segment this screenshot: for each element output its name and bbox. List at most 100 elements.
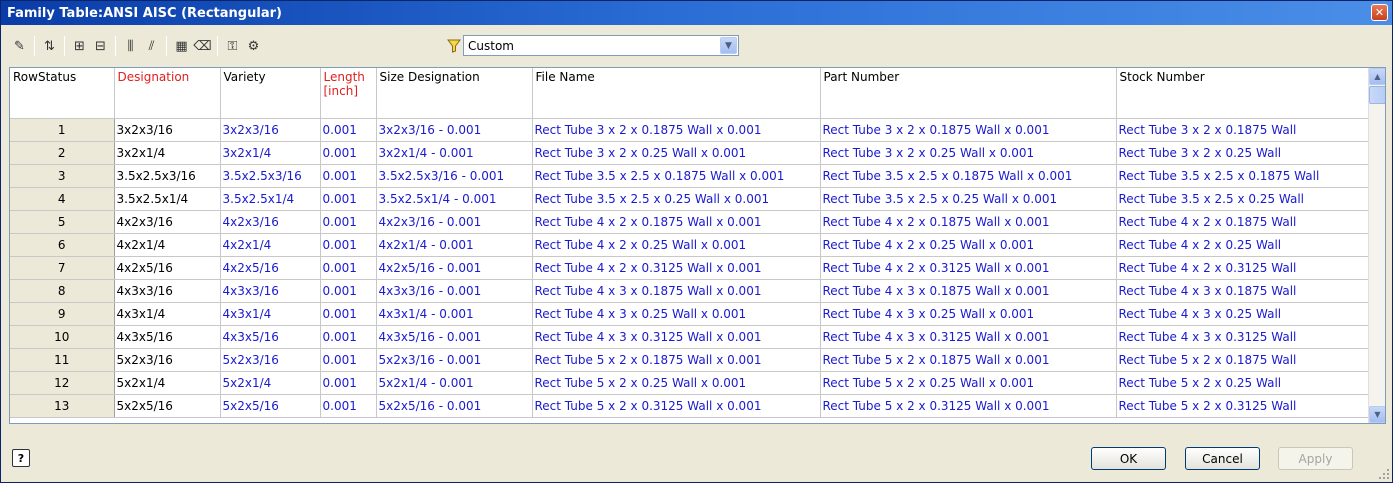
cell-file-name[interactable]: Rect Tube 3 x 2 x 0.25 Wall x 0.001 [532, 141, 821, 165]
cell-length[interactable]: 0.001 [320, 164, 377, 188]
column-header-variety[interactable]: Variety [220, 68, 321, 119]
cell-size-designation[interactable]: 5x2x3/16 - 0.001 [376, 348, 533, 372]
help-icon[interactable]: ? [12, 449, 30, 467]
cell-length[interactable]: 0.001 [320, 394, 377, 418]
cell-designation[interactable]: 4x3x3/16 [114, 279, 221, 303]
cell-variety[interactable]: 5x2x5/16 [220, 394, 321, 418]
resize-grip-icon[interactable] [1378, 468, 1390, 480]
cell-row-status[interactable]: 4 [10, 187, 115, 211]
sort-az-icon[interactable]: ⇅ [39, 35, 60, 57]
cell-size-designation[interactable]: 5x2x1/4 - 0.001 [376, 371, 533, 395]
cell-size-designation[interactable]: 4x3x3/16 - 0.001 [376, 279, 533, 303]
table-row[interactable]: 12 5x2x1/4 5x2x1/4 0.001 5x2x1/4 - 0.001 Rect… [10, 371, 1371, 395]
cell-part-number[interactable]: Rect Tube 4 x 2 x 0.25 Wall x 0.001 [820, 233, 1117, 257]
cell-row-status[interactable]: 12 [10, 371, 115, 395]
cell-length[interactable]: 0.001 [320, 371, 377, 395]
cell-row-status[interactable]: 5 [10, 210, 115, 234]
column-header-length[interactable]: Length [inch] [320, 68, 377, 119]
table-row[interactable]: 3 3.5x2.5x3/16 3.5x2.5x3/16 0.001 3.5x2.5x3/… [10, 164, 1371, 188]
cell-part-number[interactable]: Rect Tube 4 x 2 x 0.1875 Wall x 0.001 [820, 210, 1117, 234]
edit-icon[interactable]: ✎ [9, 35, 30, 57]
cell-row-status[interactable]: 1 [10, 118, 115, 142]
close-icon[interactable]: ✕ [1371, 4, 1388, 21]
apply-button[interactable]: Apply [1278, 447, 1353, 470]
cell-row-status[interactable]: 2 [10, 141, 115, 165]
cell-row-status[interactable]: 3 [10, 164, 115, 188]
cell-variety[interactable]: 4x3x3/16 [220, 279, 321, 303]
cell-stock-number[interactable]: Rect Tube 3.5 x 2.5 x 0.25 Wall [1116, 187, 1371, 211]
column-header-size-designation[interactable]: Size Designation [376, 68, 533, 119]
cell-file-name[interactable]: Rect Tube 3 x 2 x 0.1875 Wall x 0.001 [532, 118, 821, 142]
table-row[interactable]: 5 4x2x3/16 4x2x3/16 0.001 4x2x3/16 - 0.001 Re… [10, 210, 1371, 234]
vertical-scrollbar[interactable]: ▲ ▼ [1368, 68, 1385, 423]
cell-file-name[interactable]: Rect Tube 4 x 2 x 0.1875 Wall x 0.001 [532, 210, 821, 234]
cell-stock-number[interactable]: Rect Tube 3 x 2 x 0.1875 Wall [1116, 118, 1371, 142]
column-header-part-number[interactable]: Part Number [820, 68, 1117, 119]
cell-designation[interactable]: 4x3x5/16 [114, 325, 221, 349]
cell-part-number[interactable]: Rect Tube 3 x 2 x 0.1875 Wall x 0.001 [820, 118, 1117, 142]
filter-select[interactable]: Custom ▼ [463, 35, 739, 56]
cell-length[interactable]: 0.001 [320, 302, 377, 326]
cell-length[interactable]: 0.001 [320, 118, 377, 142]
column-header-row-status[interactable]: RowStatus [10, 68, 115, 119]
cell-variety[interactable]: 5x2x3/16 [220, 348, 321, 372]
cell-part-number[interactable]: Rect Tube 5 x 2 x 0.1875 Wall x 0.001 [820, 348, 1117, 372]
table-row[interactable]: 1 3x2x3/16 3x2x3/16 0.001 3x2x3/16 - 0.001 Re… [10, 118, 1371, 142]
filter-icon[interactable] [446, 38, 462, 54]
column-header-stock-number[interactable]: Stock Number [1116, 68, 1371, 119]
cell-stock-number[interactable]: Rect Tube 5 x 2 x 0.1875 Wall [1116, 348, 1371, 372]
cell-designation[interactable]: 3x2x1/4 [114, 141, 221, 165]
cell-variety[interactable]: 4x2x1/4 [220, 233, 321, 257]
cell-size-designation[interactable]: 3.5x2.5x1/4 - 0.001 [376, 187, 533, 211]
cell-size-designation[interactable]: 5x2x5/16 - 0.001 [376, 394, 533, 418]
cell-part-number[interactable]: Rect Tube 4 x 3 x 0.1875 Wall x 0.001 [820, 279, 1117, 303]
table-row[interactable]: 10 4x3x5/16 4x3x5/16 0.001 4x3x5/16 - 0.001 R… [10, 325, 1371, 349]
clear-icon[interactable]: ⌫ [192, 35, 213, 57]
cell-part-number[interactable]: Rect Tube 3 x 2 x 0.25 Wall x 0.001 [820, 141, 1117, 165]
cell-row-status[interactable]: 11 [10, 348, 115, 372]
scroll-up-icon[interactable]: ▲ [1369, 68, 1385, 85]
cell-size-designation[interactable]: 4x2x1/4 - 0.001 [376, 233, 533, 257]
table-row[interactable]: 11 5x2x3/16 5x2x3/16 0.001 5x2x3/16 - 0.001 R… [10, 348, 1371, 372]
key-icon[interactable]: ⚿ [222, 35, 243, 57]
cell-length[interactable]: 0.001 [320, 233, 377, 257]
cell-file-name[interactable]: Rect Tube 3.5 x 2.5 x 0.25 Wall x 0.001 [532, 187, 821, 211]
cell-part-number[interactable]: Rect Tube 5 x 2 x 0.3125 Wall x 0.001 [820, 394, 1117, 418]
table-row[interactable]: 4 3.5x2.5x1/4 3.5x2.5x1/4 0.001 3.5x2.5x1/4 … [10, 187, 1371, 211]
cell-designation[interactable]: 4x2x1/4 [114, 233, 221, 257]
cell-length[interactable]: 0.001 [320, 348, 377, 372]
cell-stock-number[interactable]: Rect Tube 5 x 2 x 0.25 Wall [1116, 371, 1371, 395]
delete-column-icon[interactable]: ⫽ [141, 35, 162, 57]
cell-size-designation[interactable]: 3x2x3/16 - 0.001 [376, 118, 533, 142]
cell-designation[interactable]: 4x2x3/16 [114, 210, 221, 234]
cell-part-number[interactable]: Rect Tube 4 x 3 x 0.25 Wall x 0.001 [820, 302, 1117, 326]
chevron-down-icon[interactable]: ▼ [720, 37, 737, 54]
table-row[interactable]: 8 4x3x3/16 4x3x3/16 0.001 4x3x3/16 - 0.001 Re… [10, 279, 1371, 303]
cell-row-status[interactable]: 7 [10, 256, 115, 280]
cell-file-name[interactable]: Rect Tube 4 x 3 x 0.1875 Wall x 0.001 [532, 279, 821, 303]
table-row[interactable]: 7 4x2x5/16 4x2x5/16 0.001 4x2x5/16 - 0.001 Re… [10, 256, 1371, 280]
cell-variety[interactable]: 4x3x5/16 [220, 325, 321, 349]
cell-length[interactable]: 0.001 [320, 279, 377, 303]
cell-designation[interactable]: 4x3x1/4 [114, 302, 221, 326]
cell-size-designation[interactable]: 3.5x2.5x3/16 - 0.001 [376, 164, 533, 188]
cell-row-status[interactable]: 8 [10, 279, 115, 303]
cell-length[interactable]: 0.001 [320, 210, 377, 234]
cell-designation[interactable]: 3x2x3/16 [114, 118, 221, 142]
cell-size-designation[interactable]: 4x3x5/16 - 0.001 [376, 325, 533, 349]
cell-stock-number[interactable]: Rect Tube 4 x 2 x 0.25 Wall [1116, 233, 1371, 257]
cell-row-status[interactable]: 9 [10, 302, 115, 326]
cell-stock-number[interactable]: Rect Tube 4 x 2 x 0.1875 Wall [1116, 210, 1371, 234]
insert-row-icon[interactable]: ⊞ [69, 35, 90, 57]
cell-size-designation[interactable]: 4x3x1/4 - 0.001 [376, 302, 533, 326]
cell-part-number[interactable]: Rect Tube 3.5 x 2.5 x 0.1875 Wall x 0.00… [820, 164, 1117, 188]
cell-file-name[interactable]: Rect Tube 5 x 2 x 0.3125 Wall x 0.001 [532, 394, 821, 418]
cell-part-number[interactable]: Rect Tube 5 x 2 x 0.25 Wall x 0.001 [820, 371, 1117, 395]
cell-file-name[interactable]: Rect Tube 4 x 2 x 0.3125 Wall x 0.001 [532, 256, 821, 280]
cell-variety[interactable]: 4x2x3/16 [220, 210, 321, 234]
cell-variety[interactable]: 3x2x1/4 [220, 141, 321, 165]
scroll-down-icon[interactable]: ▼ [1369, 406, 1385, 423]
cancel-button[interactable]: Cancel [1185, 447, 1260, 470]
column-header-file-name[interactable]: File Name [532, 68, 821, 119]
cell-designation[interactable]: 3.5x2.5x3/16 [114, 164, 221, 188]
